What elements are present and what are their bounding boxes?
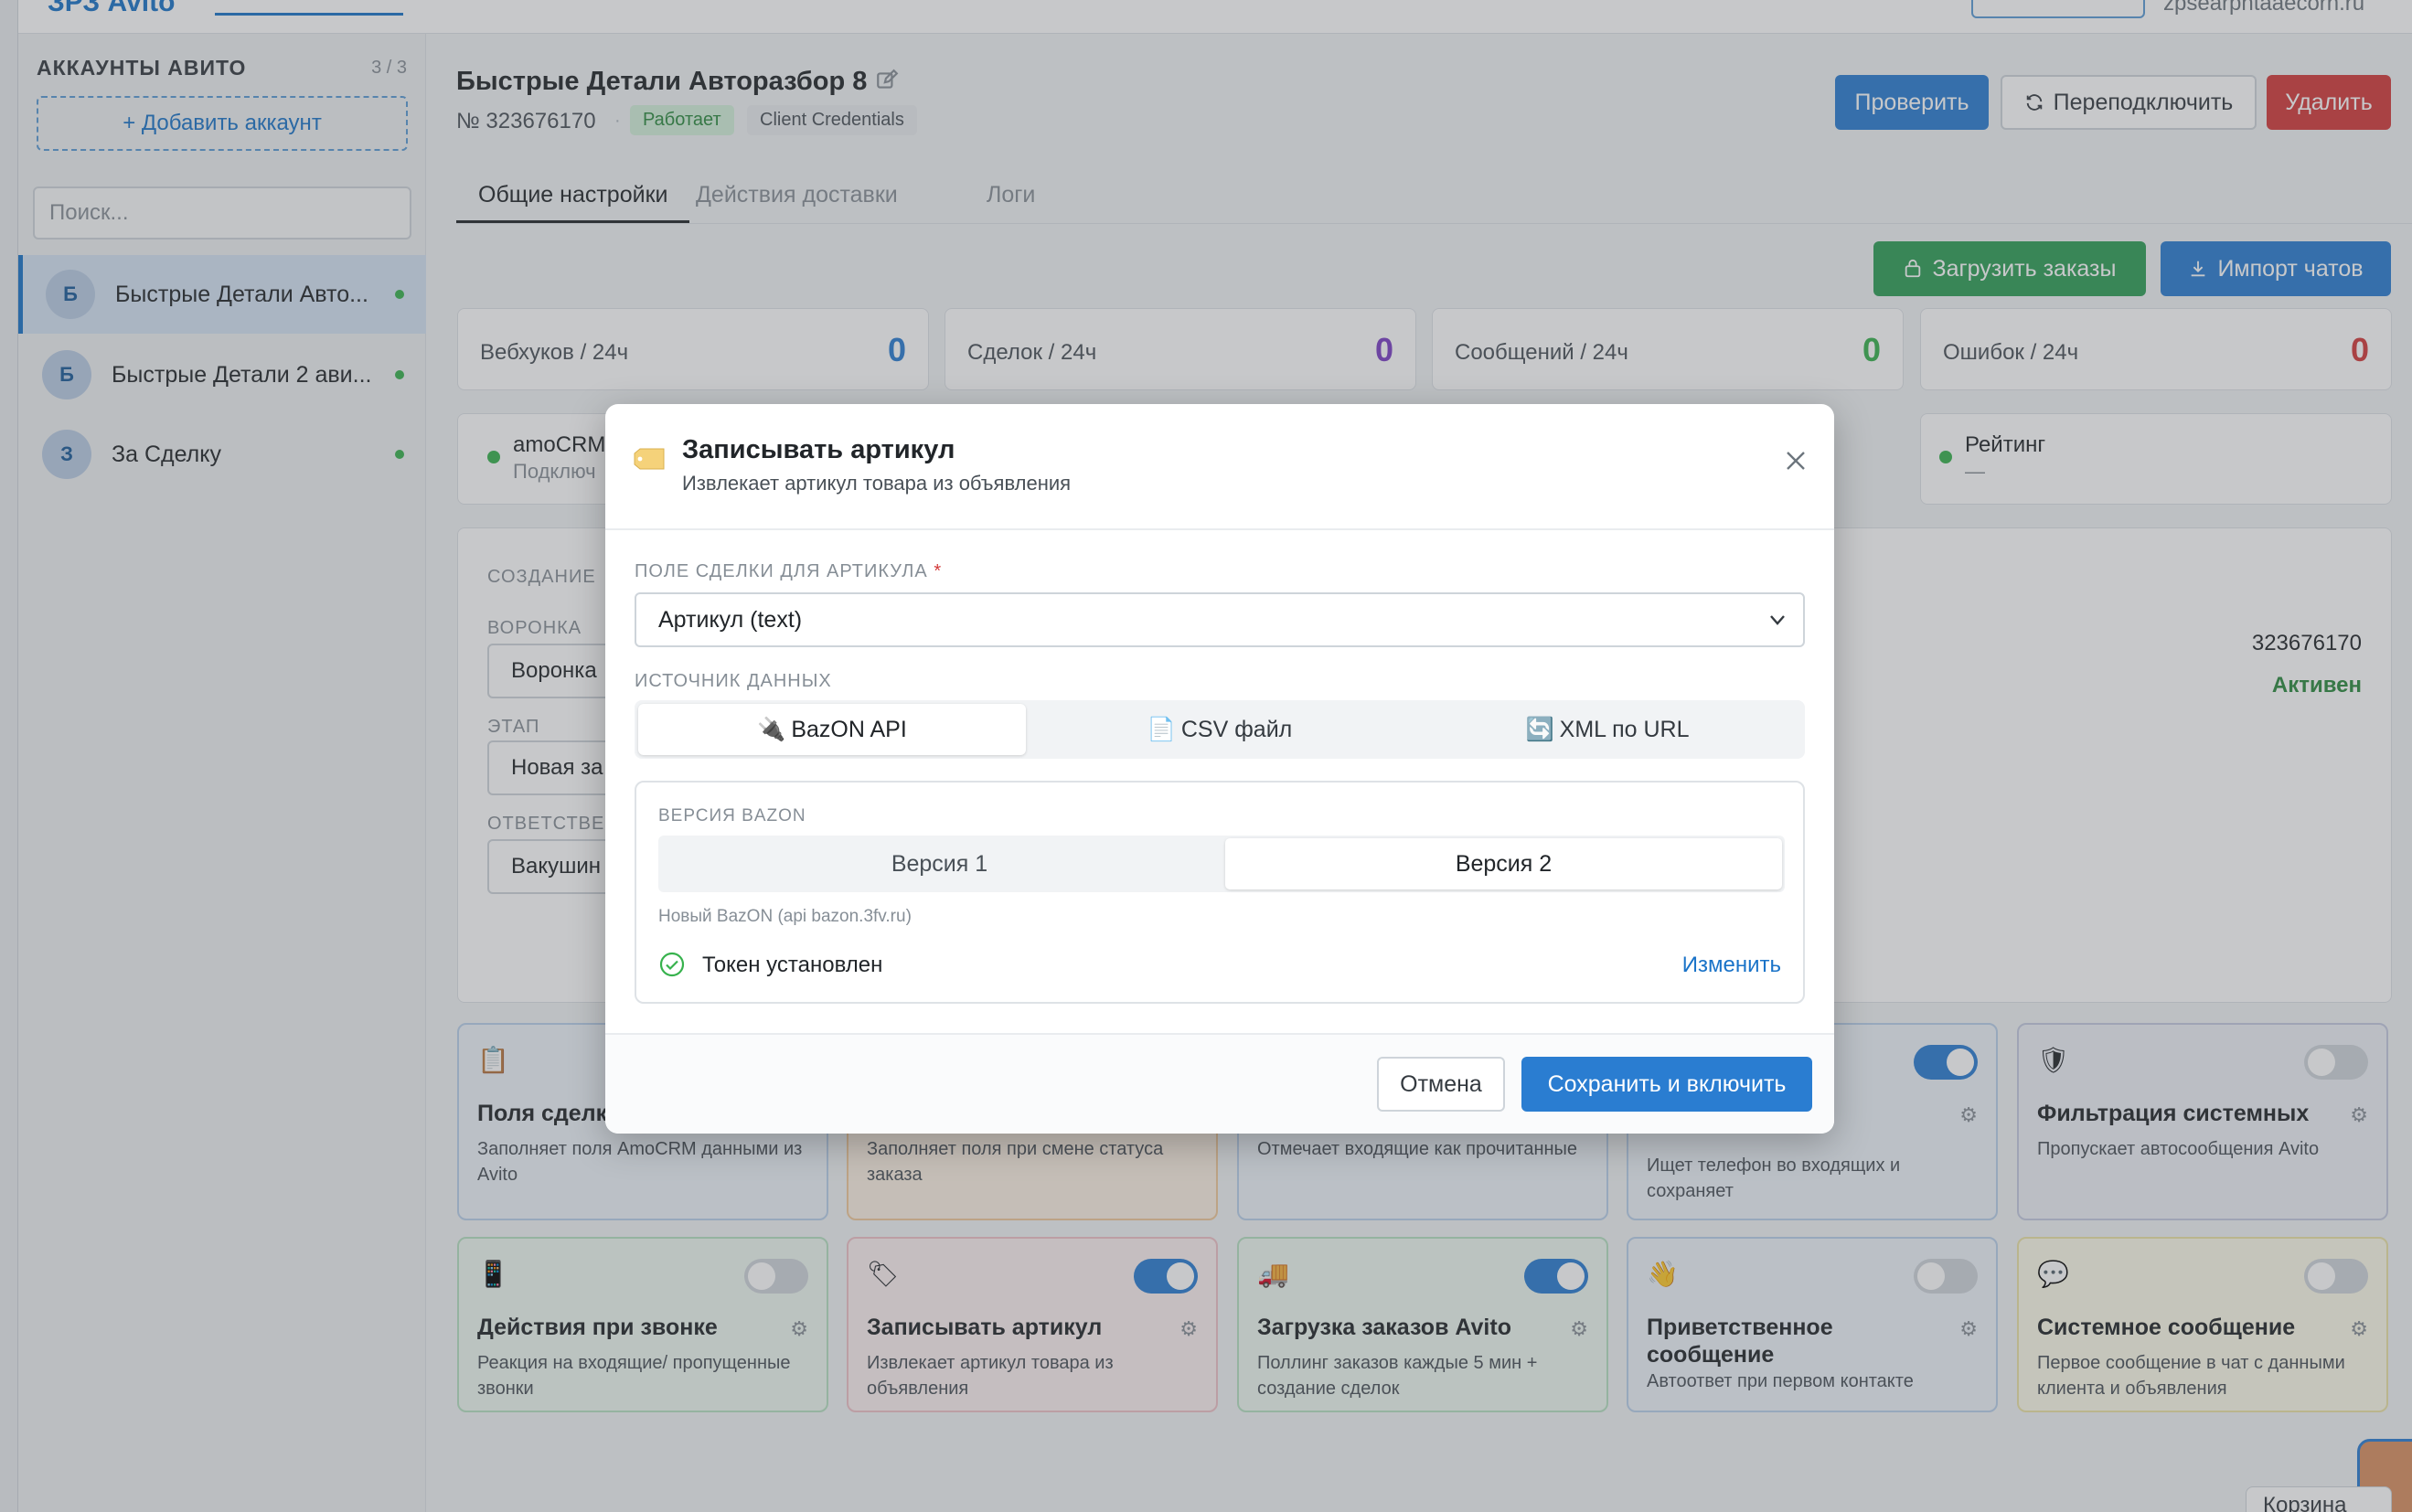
deal-field-value: Артикул (text): [658, 606, 803, 633]
data-source-label: ИСТОЧНИК ДАННЫХ: [635, 671, 832, 691]
modal-title: Записывать артикул: [682, 435, 955, 464]
required-mark: *: [934, 561, 943, 581]
version-hint: Новый BazON (api bazon.3fv.ru): [658, 907, 912, 926]
plug-icon: 🔌: [757, 716, 786, 742]
refresh-icon: 🔄: [1525, 716, 1554, 742]
source-label: XML по URL: [1559, 716, 1690, 742]
bazon-version-switch: Версия 1 Версия 2: [658, 836, 1785, 892]
data-source-switch: 🔌 BazON API 📄 CSV файл 🔄 XML по URL: [635, 700, 1805, 759]
deal-field-select[interactable]: Артикул (text): [635, 592, 1805, 647]
source-option-xml[interactable]: 🔄 XML по URL: [1414, 704, 1801, 755]
change-token-link[interactable]: Изменить: [1682, 953, 1781, 978]
tag-icon: [634, 448, 665, 470]
deal-field-label-text: ПОЛЕ СДЕЛКИ ДЛЯ АРТИКУЛА: [635, 561, 928, 581]
bazon-version-label: ВЕРСИЯ BAZON: [658, 806, 806, 825]
modal-subtitle: Извлекает артикул товара из объявления: [682, 472, 1072, 495]
token-status: Токен установлен: [702, 953, 883, 977]
modal-header: Записывать артикул Извлекает артикул тов…: [605, 404, 1834, 530]
version-2-option[interactable]: Версия 2: [1225, 838, 1782, 889]
close-icon[interactable]: [1785, 450, 1807, 472]
cancel-button[interactable]: Отмена: [1377, 1057, 1505, 1112]
sku-settings-modal: Записывать артикул Извлекает артикул тов…: [605, 404, 1834, 1134]
source-option-csv[interactable]: 📄 CSV файл: [1026, 704, 1414, 755]
chevron-down-icon: [1770, 615, 1785, 625]
save-and-enable-button[interactable]: Сохранить и включить: [1521, 1057, 1812, 1112]
source-label: CSV файл: [1180, 716, 1293, 742]
source-option-bazon[interactable]: 🔌 BazON API: [638, 704, 1026, 755]
check-circle-icon: [659, 952, 685, 977]
source-label: BazON API: [791, 716, 907, 742]
bazon-settings-box: ВЕРСИЯ BAZON Версия 1 Версия 2 Новый Baz…: [635, 781, 1805, 1004]
file-icon: 📄: [1147, 716, 1176, 742]
version-1-option[interactable]: Версия 1: [661, 838, 1218, 889]
deal-field-label: ПОЛЕ СДЕЛКИ ДЛЯ АРТИКУЛА *: [635, 561, 942, 582]
